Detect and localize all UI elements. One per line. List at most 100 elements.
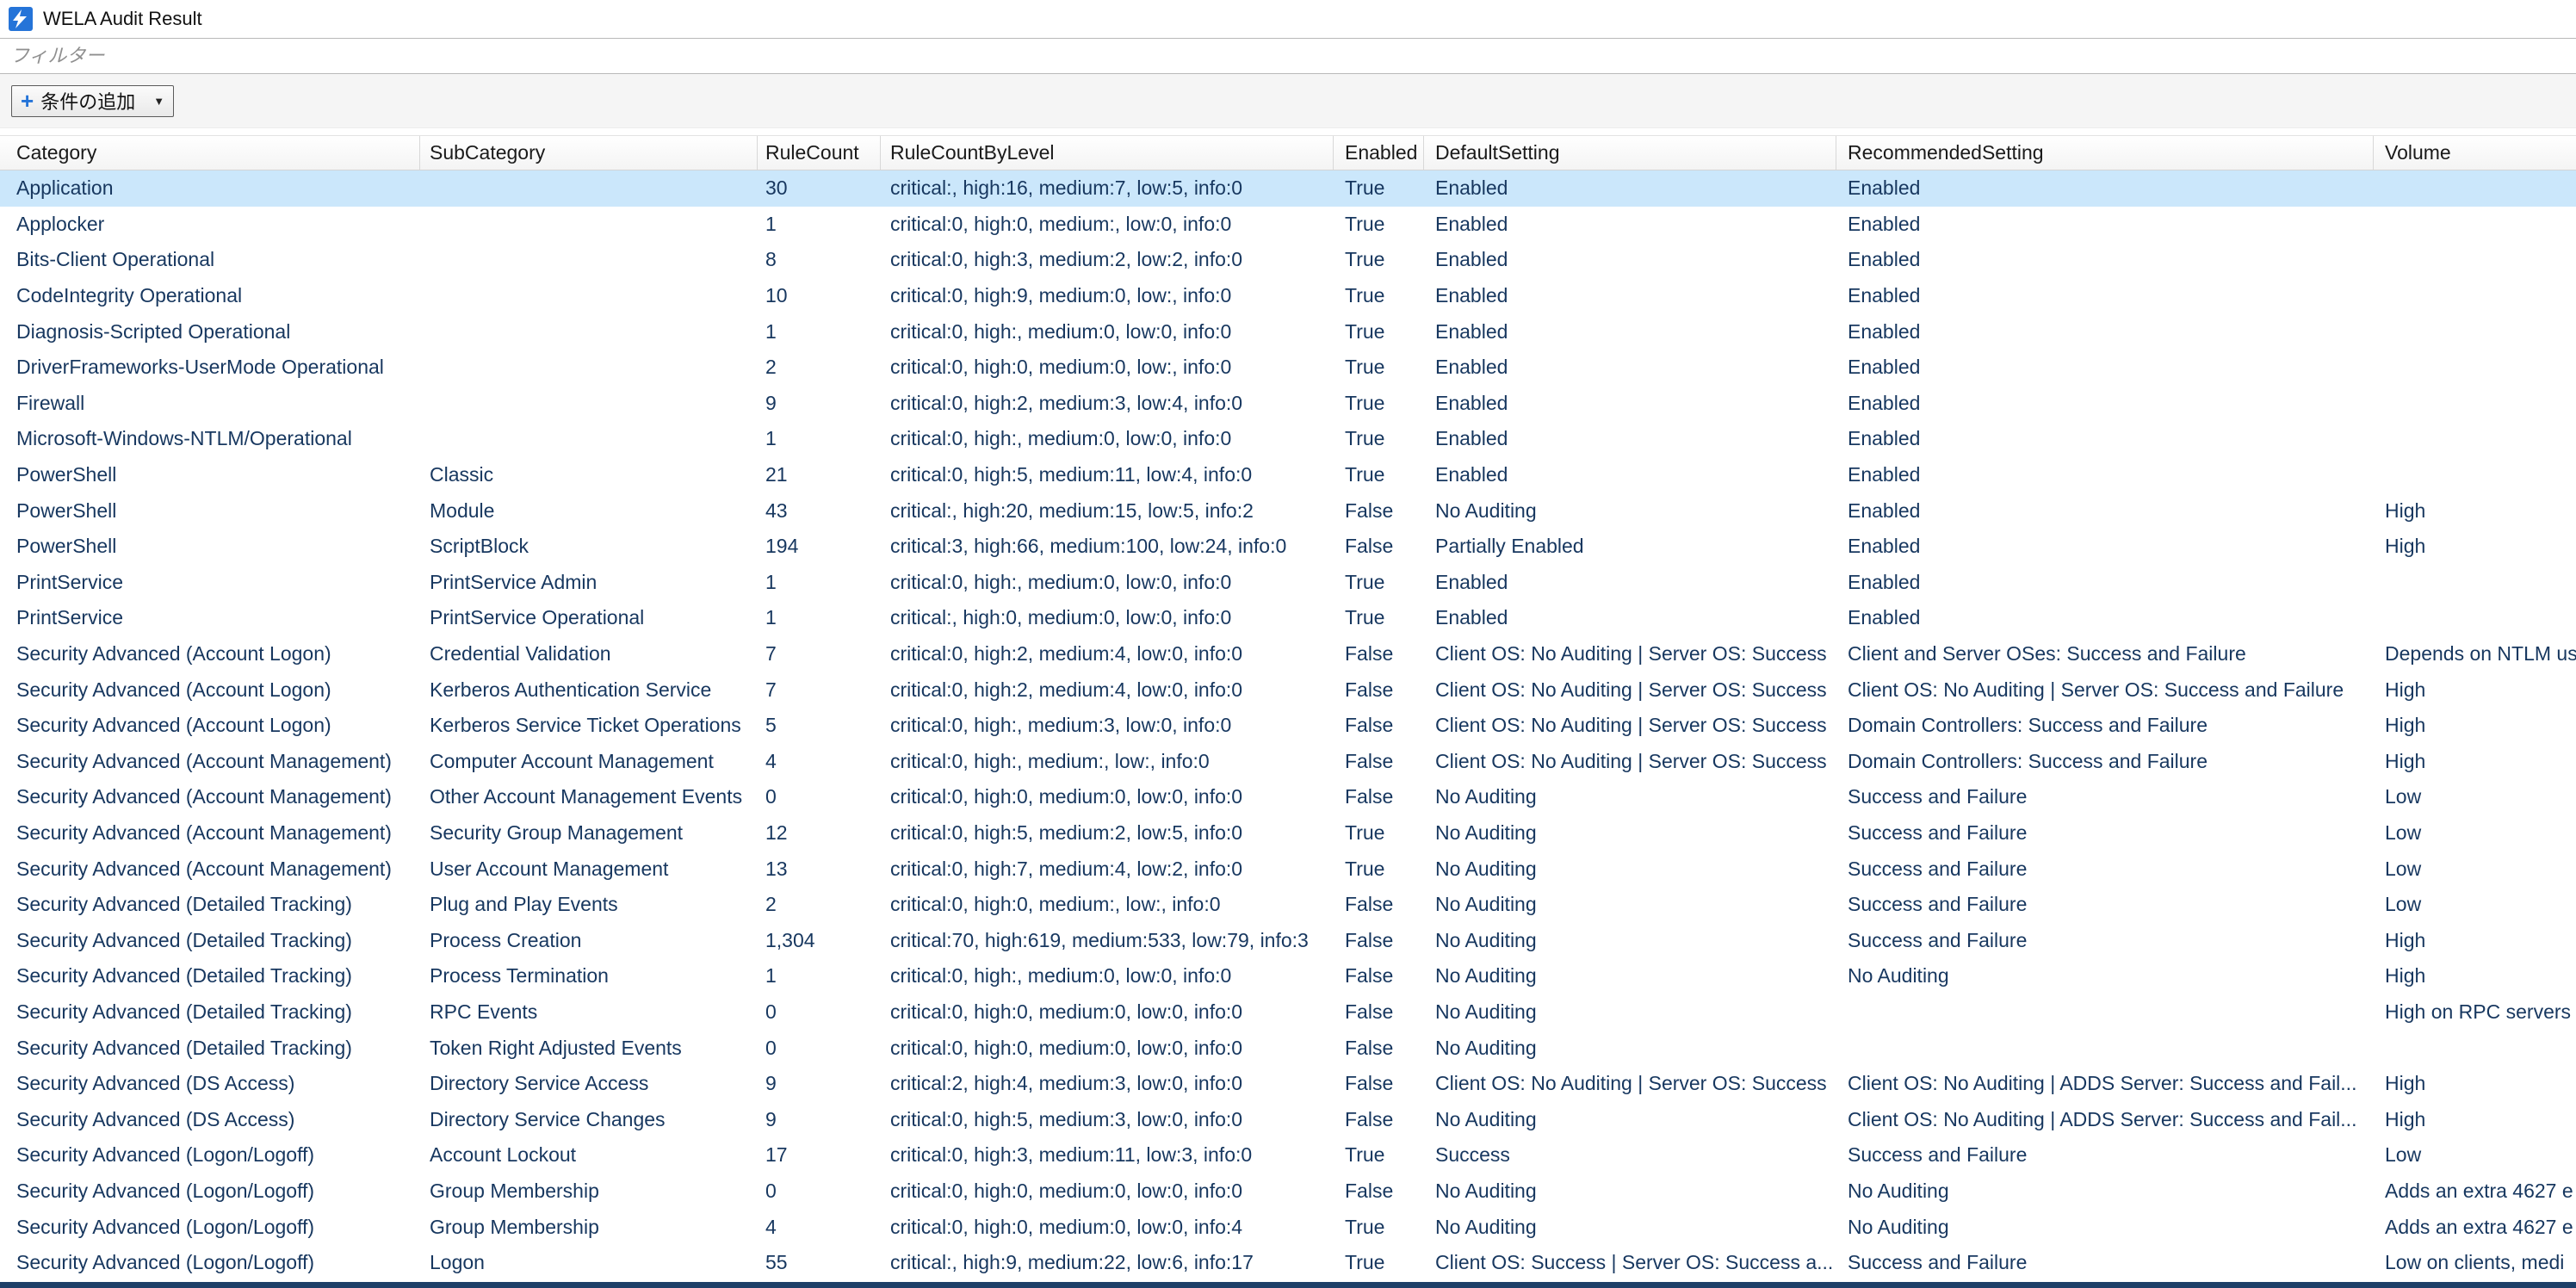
cell-recommendedsetting: Enabled — [1836, 278, 2374, 314]
cell-volume: High — [2374, 1101, 2576, 1137]
cell-category: Security Advanced (Logon/Logoff) — [0, 1137, 420, 1173]
cell-recommendedsetting: Enabled — [1836, 170, 2374, 207]
cell-defaultsetting: Enabled — [1424, 457, 1836, 493]
cell-recommendedsetting: Enabled — [1836, 207, 2374, 243]
cell-rulecount: 9 — [758, 1066, 881, 1102]
table-row[interactable]: PrintServicePrintService Admin1critical:… — [0, 565, 2576, 601]
table-row[interactable]: CodeIntegrity Operational10critical:0, h… — [0, 278, 2576, 314]
cell-defaultsetting: Enabled — [1424, 207, 1836, 243]
window-title: WELA Audit Result — [43, 8, 202, 30]
cell-recommendedsetting: Enabled — [1836, 350, 2374, 386]
cell-defaultsetting: No Auditing — [1424, 1209, 1836, 1245]
cell-volume — [2374, 278, 2576, 314]
cell-subcategory: Logon — [420, 1245, 758, 1281]
cell-recommendedsetting: Success and Failure — [1836, 779, 2374, 815]
cell-enabled: True — [1334, 600, 1424, 636]
table-row[interactable]: Security Advanced (Account Logon)Kerbero… — [0, 672, 2576, 708]
table-row[interactable]: Security Advanced (Logon/Logoff)Logon55c… — [0, 1245, 2576, 1281]
cell-category: Security Advanced (Account Logon) — [0, 708, 420, 744]
column-header-subcategory[interactable]: SubCategory — [420, 136, 758, 170]
table-row[interactable]: Security Advanced (Detailed Tracking)Plu… — [0, 887, 2576, 923]
cell-subcategory: Token Right Adjusted Events — [420, 1030, 758, 1066]
cell-volume: High — [2374, 1066, 2576, 1102]
table-row[interactable]: Application30critical:, high:16, medium:… — [0, 170, 2576, 207]
column-header-category[interactable]: Category — [0, 136, 420, 170]
cell-rulecount: 0 — [758, 1030, 881, 1066]
cell-recommendedsetting: Enabled — [1836, 242, 2374, 278]
table-row[interactable]: Security Advanced (Account Logon)Credent… — [0, 636, 2576, 672]
cell-rulecount: 17 — [758, 1137, 881, 1173]
cell-enabled: True — [1334, 170, 1424, 207]
table-row[interactable]: Security Advanced (Account Logon)Kerbero… — [0, 708, 2576, 744]
table-row[interactable]: Security Advanced (DS Access)Directory S… — [0, 1101, 2576, 1137]
cell-volume: High — [2374, 529, 2576, 565]
add-condition-button[interactable]: + 条件の追加 ▼ — [11, 85, 174, 117]
cell-enabled: False — [1334, 994, 1424, 1031]
table-row[interactable]: Diagnosis-Scripted Operational1critical:… — [0, 313, 2576, 350]
cell-rulecountbylevel: critical:0, high:0, medium:, low:0, info… — [881, 207, 1334, 243]
cell-recommendedsetting: Client OS: No Auditing | ADDS Server: Su… — [1836, 1066, 2374, 1102]
cell-subcategory — [420, 242, 758, 278]
title-bar[interactable]: WELA Audit Result — [0, 0, 2576, 38]
cell-defaultsetting: Enabled — [1424, 313, 1836, 350]
cell-enabled: True — [1334, 313, 1424, 350]
cell-rulecount: 12 — [758, 815, 881, 851]
column-header-rulecountbylevel[interactable]: RuleCountByLevel — [881, 136, 1334, 170]
cell-category: PrintService — [0, 600, 420, 636]
cell-defaultsetting: No Auditing — [1424, 958, 1836, 994]
cell-defaultsetting: Client OS: No Auditing | Server OS: Succ… — [1424, 1066, 1836, 1102]
cell-enabled: False — [1334, 744, 1424, 780]
cell-rulecount: 1 — [758, 565, 881, 601]
cell-rulecount: 0 — [758, 994, 881, 1031]
table-row[interactable]: Security Advanced (Detailed Tracking)RPC… — [0, 994, 2576, 1031]
cell-category: Security Advanced (Account Management) — [0, 851, 420, 887]
column-header-enabled[interactable]: Enabled — [1334, 136, 1424, 170]
cell-subcategory — [420, 170, 758, 207]
column-header-volume[interactable]: Volume — [2374, 136, 2576, 170]
table-row[interactable]: Security Advanced (Account Management)Co… — [0, 744, 2576, 780]
filter-input[interactable] — [0, 38, 2576, 74]
add-condition-label: 条件の追加 — [40, 87, 135, 115]
cell-recommendedsetting: Success and Failure — [1836, 851, 2374, 887]
table-row[interactable]: Security Advanced (Detailed Tracking)Tok… — [0, 1030, 2576, 1066]
cell-rulecountbylevel: critical:0, high:3, medium:2, low:2, inf… — [881, 242, 1334, 278]
cell-defaultsetting: Success — [1424, 1137, 1836, 1173]
table-row[interactable]: Security Advanced (Logon/Logoff)Group Me… — [0, 1209, 2576, 1245]
cell-volume: Depends on NTLM us — [2374, 636, 2576, 672]
table-row[interactable]: Security Advanced (Account Management)Se… — [0, 815, 2576, 851]
cell-rulecount: 10 — [758, 278, 881, 314]
cell-category: Bits-Client Operational — [0, 242, 420, 278]
cell-recommendedsetting: Client OS: No Auditing | ADDS Server: Su… — [1836, 1101, 2374, 1137]
table-row[interactable]: Firewall9critical:0, high:2, medium:3, l… — [0, 386, 2576, 422]
table-row[interactable]: PowerShellModule43critical:, high:20, me… — [0, 492, 2576, 529]
column-header-defaultsetting[interactable]: DefaultSetting — [1424, 136, 1836, 170]
column-header-recommendedsetting[interactable]: RecommendedSetting — [1836, 136, 2374, 170]
app-icon[interactable] — [9, 7, 33, 31]
table-row[interactable]: PowerShellClassic21critical:0, high:5, m… — [0, 457, 2576, 493]
table-row[interactable]: PowerShellScriptBlock194critical:3, high… — [0, 529, 2576, 565]
table-row[interactable]: Applocker1critical:0, high:0, medium:, l… — [0, 207, 2576, 243]
cell-enabled: True — [1334, 278, 1424, 314]
table-row[interactable]: PrintServicePrintService Operational1cri… — [0, 600, 2576, 636]
table-row[interactable]: Security Advanced (Detailed Tracking)Pro… — [0, 922, 2576, 958]
table-row[interactable]: Security Advanced (Logon/Logoff)Group Me… — [0, 1173, 2576, 1210]
column-header-rulecount[interactable]: RuleCount — [758, 136, 881, 170]
table-row[interactable]: Security Advanced (Detailed Tracking)Pro… — [0, 958, 2576, 994]
cell-subcategory: Credential Validation — [420, 636, 758, 672]
grid-header: CategorySubCategoryRuleCountRuleCountByL… — [0, 135, 2576, 170]
table-row[interactable]: Bits-Client Operational8critical:0, high… — [0, 242, 2576, 278]
cell-rulecountbylevel: critical:0, high:7, medium:4, low:2, inf… — [881, 851, 1334, 887]
cell-category: Firewall — [0, 386, 420, 422]
cell-subcategory: RPC Events — [420, 994, 758, 1031]
table-row[interactable]: Security Advanced (Logon/Logoff)Account … — [0, 1137, 2576, 1173]
cell-rulecountbylevel: critical:0, high:9, medium:0, low:, info… — [881, 278, 1334, 314]
table-row[interactable]: Security Advanced (Account Management)Ot… — [0, 779, 2576, 815]
cell-category: Security Advanced (DS Access) — [0, 1101, 420, 1137]
cell-rulecount: 30 — [758, 170, 881, 207]
table-row[interactable]: DriverFrameworks-UserMode Operational2cr… — [0, 350, 2576, 386]
table-row[interactable]: Security Advanced (Account Management)Us… — [0, 851, 2576, 887]
cell-defaultsetting: No Auditing — [1424, 1101, 1836, 1137]
table-row[interactable]: Microsoft-Windows-NTLM/Operational1criti… — [0, 421, 2576, 457]
cell-subcategory: PrintService Admin — [420, 565, 758, 601]
table-row[interactable]: Security Advanced (DS Access)Directory S… — [0, 1066, 2576, 1102]
